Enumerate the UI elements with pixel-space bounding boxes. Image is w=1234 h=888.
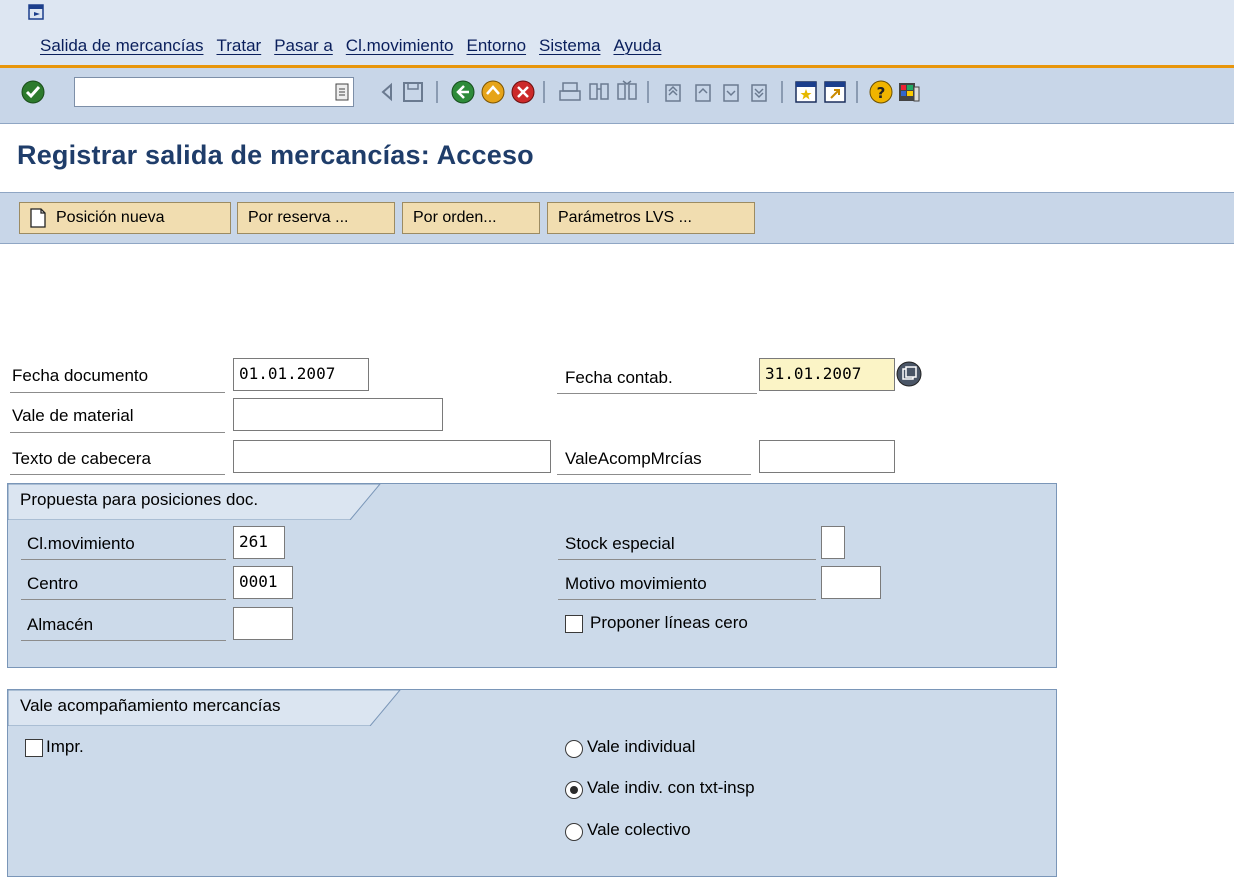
label-underline — [10, 432, 225, 433]
new-item-button[interactable]: Posición nueva — [19, 202, 231, 234]
doc-date-value: 01.01.2007 — [239, 364, 336, 383]
individual-slip-inspection-label: Vale indiv. con txt-insp — [587, 778, 755, 797]
toolbar-separator — [436, 81, 438, 103]
toolbar-separator — [856, 81, 858, 103]
menu-entorno[interactable]: Entorno — [467, 36, 527, 56]
by-order-label: Por orden... — [413, 209, 497, 226]
goods-slip-group: Vale acompañamiento mercancías Impr. Val… — [7, 689, 1057, 877]
by-reservation-label: Por reserva ... — [248, 209, 349, 226]
movement-reason-label: Motivo movimiento — [565, 574, 707, 593]
label-underline — [21, 599, 226, 600]
cancel-icon[interactable] — [510, 79, 536, 105]
previous-page-icon[interactable] — [690, 79, 716, 105]
plant-value: 0001 — [239, 572, 278, 591]
label-underline — [21, 640, 226, 641]
toolbar-separator — [543, 81, 545, 103]
first-page-icon[interactable] — [660, 79, 686, 105]
goods-receipt-slip-field[interactable] — [759, 440, 895, 473]
new-item-label: Posición nueva — [56, 209, 165, 226]
posting-date-label: Fecha contab. — [565, 368, 673, 387]
application-toolbar: Posición nueva Por reserva ... Por orden… — [0, 192, 1234, 244]
menu-bar: Salida de mercancías Tratar Pasar a Cl.m… — [0, 0, 1234, 68]
by-order-button[interactable]: Por orden... — [402, 202, 540, 234]
menu-pasar-a[interactable]: Pasar a — [274, 36, 333, 56]
item-defaults-title: Propuesta para posiciones doc. — [20, 490, 259, 509]
page-title: Registrar salida de mercancías: Acceso — [17, 140, 534, 170]
print-checkbox[interactable] — [25, 739, 43, 757]
system-menu-icon[interactable] — [28, 4, 44, 20]
plant-field[interactable]: 0001 — [233, 566, 293, 599]
find-next-icon[interactable] — [614, 79, 640, 105]
command-field[interactable] — [74, 77, 354, 107]
next-page-icon[interactable] — [718, 79, 744, 105]
special-stock-field[interactable] — [821, 526, 845, 559]
item-defaults-group: Propuesta para posiciones doc. Cl.movimi… — [7, 483, 1057, 668]
layout-icon[interactable] — [896, 79, 922, 105]
movement-type-field[interactable]: 261 — [233, 526, 285, 559]
toolbar-separator — [647, 81, 649, 103]
storage-location-label: Almacén — [27, 615, 94, 634]
document-icon — [30, 208, 46, 228]
lvs-parameters-label: Parámetros LVS ... — [558, 209, 692, 226]
movement-type-label: Cl.movimiento — [27, 534, 135, 553]
lvs-parameters-button[interactable]: Parámetros LVS ... — [547, 202, 755, 234]
label-underline — [10, 474, 225, 475]
goods-receipt-slip-label: ValeAcompMrcías — [565, 449, 702, 468]
material-slip-field[interactable] — [233, 398, 443, 431]
doc-date-label: Fecha documento — [12, 366, 149, 385]
shortcut-icon[interactable] — [822, 79, 848, 105]
radio-individual-slip-inspection[interactable] — [565, 781, 583, 799]
individual-slip-label: Vale individual — [587, 737, 696, 756]
print-label: Impr. — [46, 737, 84, 756]
collective-slip-label: Vale colectivo — [587, 820, 691, 839]
back-icon[interactable] — [375, 79, 401, 105]
menu-sistema[interactable]: Sistema — [539, 36, 600, 56]
calendar-popup-icon[interactable] — [895, 360, 923, 388]
radio-collective-slip[interactable] — [565, 823, 583, 841]
movement-type-value: 261 — [239, 532, 268, 551]
special-stock-label: Stock especial — [565, 534, 675, 553]
standard-toolbar: ? — [0, 68, 1234, 124]
last-page-icon[interactable] — [746, 79, 772, 105]
label-underline — [10, 392, 225, 393]
movement-reason-field[interactable] — [821, 566, 881, 599]
plant-label: Centro — [27, 574, 79, 593]
menu-cl-movimiento[interactable]: Cl.movimiento — [346, 36, 454, 56]
posting-date-value: 31.01.2007 — [765, 364, 862, 383]
goods-slip-title: Vale acompañamiento mercancías — [20, 696, 281, 715]
enter-icon[interactable] — [20, 79, 46, 105]
radio-individual-slip[interactable] — [565, 740, 583, 758]
header-text-label: Texto de cabecera — [12, 449, 151, 468]
menu-tratar[interactable]: Tratar — [216, 36, 261, 56]
storage-location-field[interactable] — [233, 607, 293, 640]
save-icon[interactable] — [400, 79, 426, 105]
print-icon[interactable] — [557, 79, 583, 105]
menu-items: Salida de mercancías Tratar Pasar a Cl.m… — [40, 36, 674, 56]
label-underline — [21, 559, 226, 560]
material-slip-label: Vale de material — [12, 406, 134, 425]
exit-icon[interactable] — [480, 79, 506, 105]
posting-date-field[interactable]: 31.01.2007 — [759, 358, 895, 391]
menu-ayuda[interactable]: Ayuda — [613, 36, 661, 56]
help-icon[interactable]: ? — [868, 79, 894, 105]
suggest-zero-lines-label: Proponer líneas cero — [590, 613, 748, 632]
label-underline — [558, 599, 816, 600]
label-underline — [557, 393, 757, 394]
menu-salida-mercancias[interactable]: Salida de mercancías — [40, 36, 203, 56]
by-reservation-button[interactable]: Por reserva ... — [237, 202, 395, 234]
create-session-icon[interactable] — [793, 79, 819, 105]
label-underline — [557, 474, 751, 475]
label-underline — [558, 559, 816, 560]
command-dropdown-icon[interactable] — [335, 83, 349, 101]
header-text-field[interactable] — [233, 440, 551, 473]
svg-text:?: ? — [877, 84, 886, 102]
back-green-icon[interactable] — [450, 79, 476, 105]
doc-date-field[interactable]: 01.01.2007 — [233, 358, 369, 391]
find-icon[interactable] — [586, 79, 612, 105]
toolbar-separator — [781, 81, 783, 103]
suggest-zero-lines-checkbox[interactable] — [565, 615, 583, 633]
